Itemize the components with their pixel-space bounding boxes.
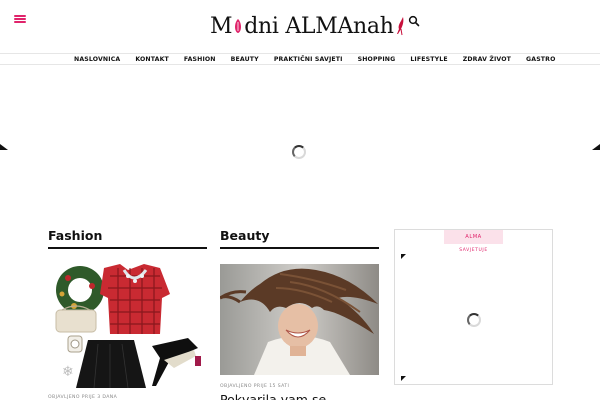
section-heading-fashion[interactable]: Fashion: [48, 227, 207, 247]
nav-item[interactable]: FASHION: [184, 56, 216, 63]
nav-item[interactable]: KONTAKT: [135, 56, 169, 63]
fashion-section: Fashion: [48, 227, 207, 249]
alma-advice-widget: ALMA SAVJETUJE: [394, 229, 553, 385]
nav-item[interactable]: GASTRO: [526, 56, 555, 63]
corner-decoration-right: [592, 144, 600, 150]
nav-items: NASLOVNICA KONTAKT FASHION BEAUTY PRAKTIČNI …: [74, 54, 571, 65]
fashion-post-meta: OBJAVLJENO PRIJE 3 DANA: [48, 395, 118, 400]
beauty-post-image[interactable]: [220, 264, 379, 375]
svg-text:❄: ❄: [62, 364, 74, 380]
logo-text-left: M: [210, 13, 233, 39]
ad-placeholder: [0, 66, 600, 216]
section-rule: [48, 247, 207, 249]
logo-text-right: dni ALMAnah: [244, 13, 394, 39]
nav-item[interactable]: SHOPPING: [358, 56, 396, 63]
fashion-post-image[interactable]: ❄: [48, 264, 207, 388]
nav-item[interactable]: ZDRAV ŽIVOT: [463, 56, 511, 63]
beauty-section: Beauty: [220, 227, 379, 249]
corner-mark-icon: [401, 254, 406, 259]
beauty-post-meta: OBJAVLJENO PRIJE 15 SATI: [220, 384, 290, 389]
loading-spinner-icon: [292, 145, 306, 159]
nav-item[interactable]: LIFESTYLE: [410, 56, 447, 63]
site-logo[interactable]: M dni ALMAnah: [210, 10, 405, 42]
widget-subtitle: SAVJETUJE: [459, 248, 488, 253]
corner-mark-icon: [401, 376, 406, 381]
nav-item[interactable]: BEAUTY: [231, 56, 259, 63]
beauty-woman-hair-image: [220, 264, 379, 375]
section-rule: [220, 247, 379, 249]
high-heel-logo-icon: [396, 17, 403, 36]
nav-item[interactable]: PRAKTIČNI SAVJETI: [274, 56, 343, 63]
loading-spinner-icon: [467, 313, 481, 327]
section-heading-beauty[interactable]: Beauty: [220, 227, 379, 247]
search-icon[interactable]: [408, 15, 420, 27]
beauty-post-title[interactable]: Pokvarila vam se: [220, 392, 326, 400]
hamburger-icon[interactable]: [14, 15, 26, 23]
corner-decoration-left: [0, 144, 8, 150]
site-header: M dni ALMAnah: [0, 0, 600, 52]
lipstick-logo-icon: [235, 19, 242, 33]
widget-tab-alma[interactable]: ALMA: [444, 230, 503, 244]
fashion-collage-image: ❄: [48, 264, 207, 388]
main-navigation: NASLOVNICA KONTAKT FASHION BEAUTY PRAKTIČNI …: [0, 53, 600, 65]
nav-item[interactable]: NASLOVNICA: [74, 56, 120, 63]
